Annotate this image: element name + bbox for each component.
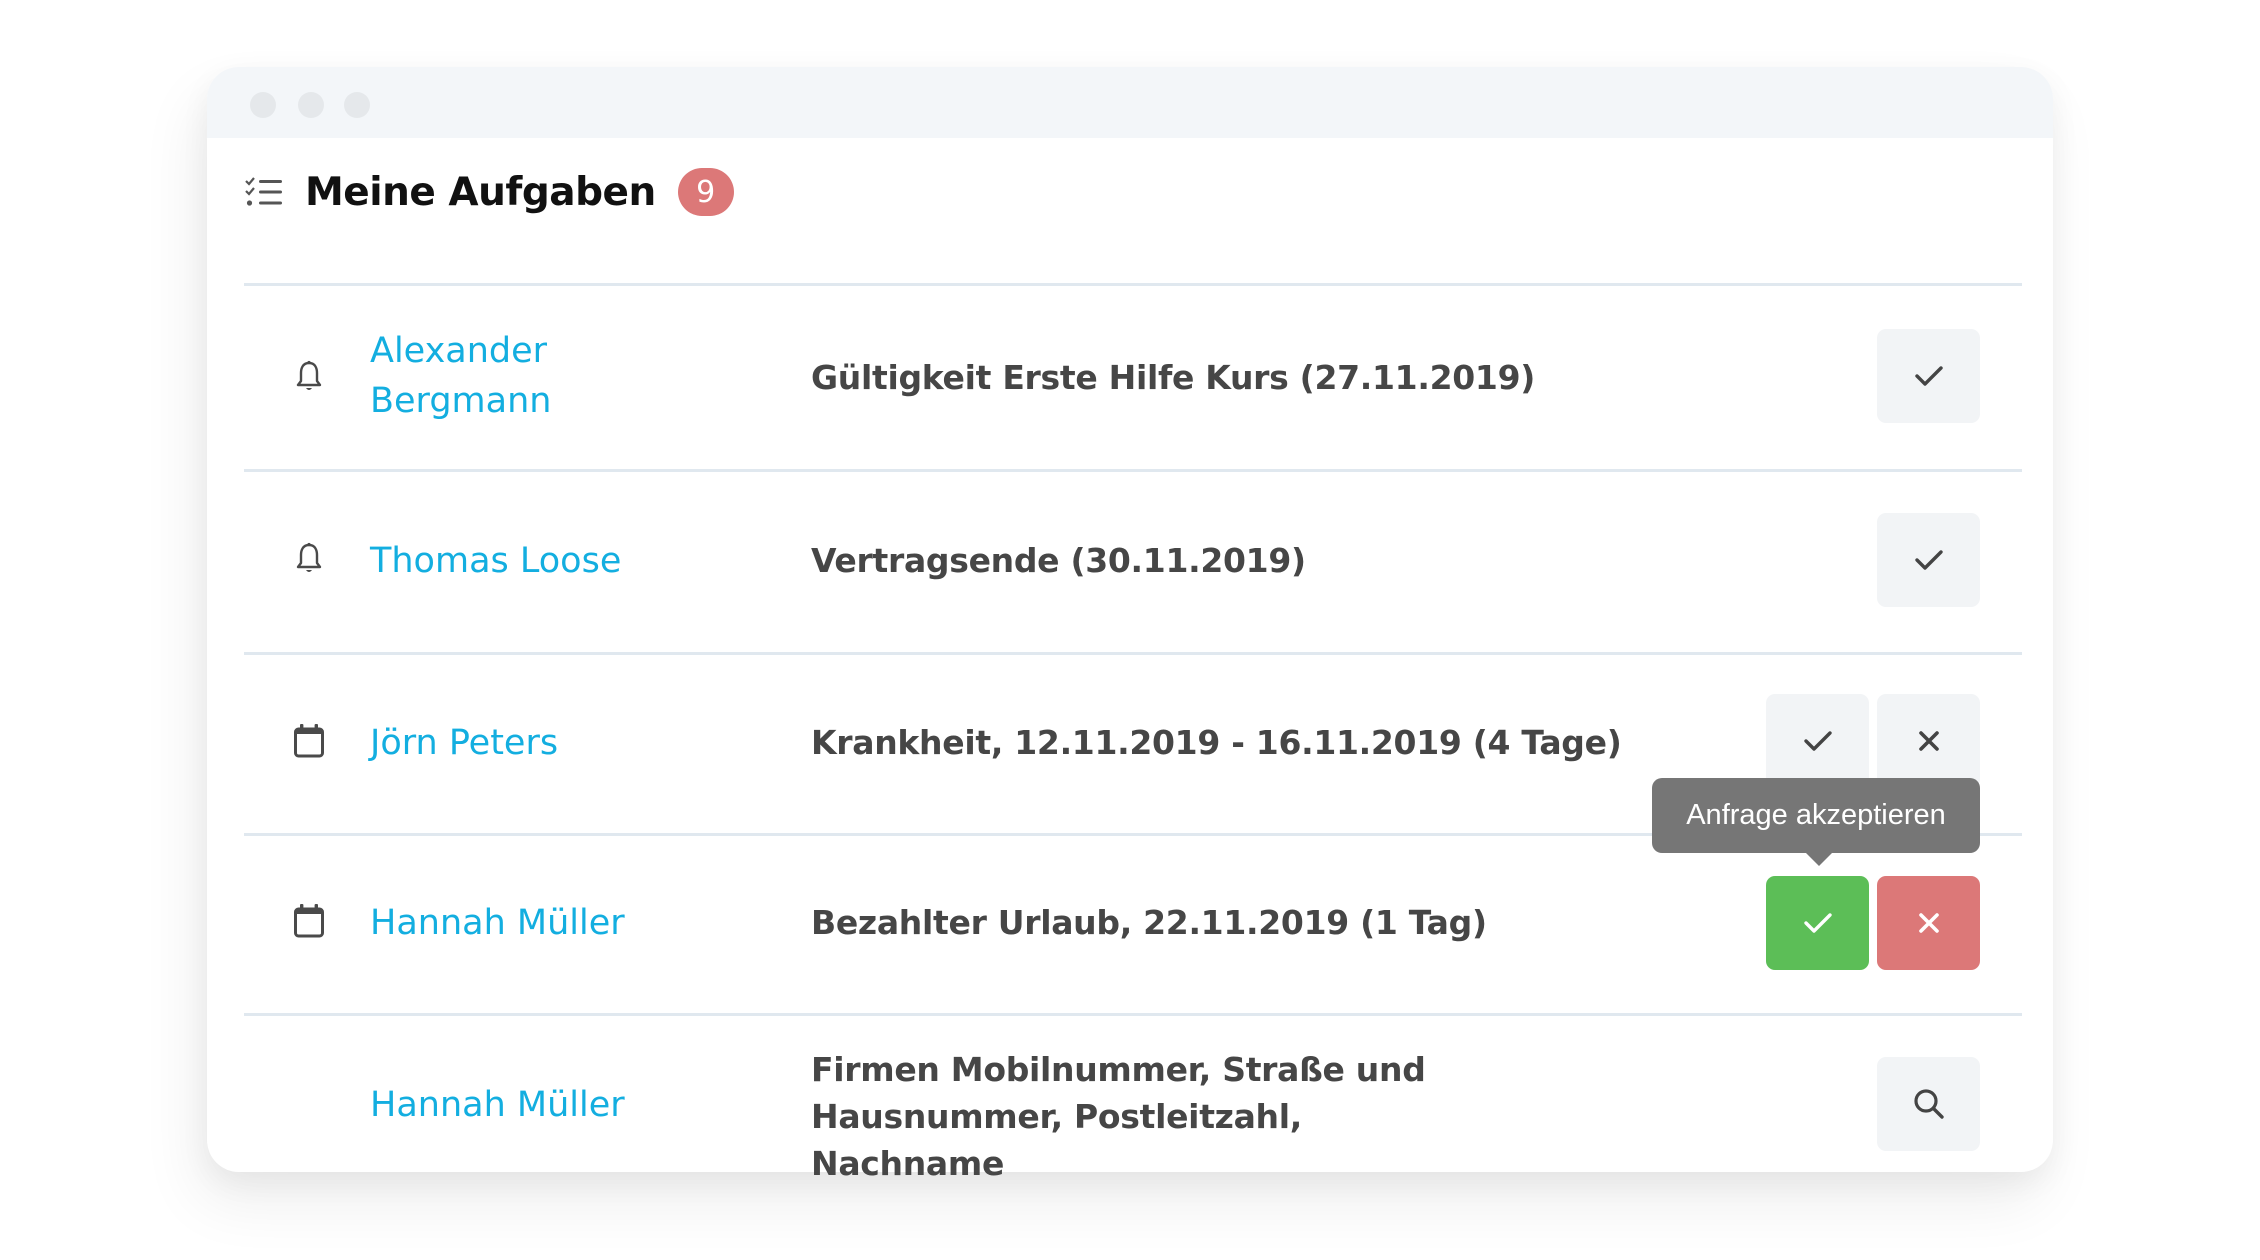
window-titlebar (207, 67, 2053, 138)
task-description: Gültigkeit Erste Hilfe Kurs (27.11.2019) (811, 358, 1536, 397)
app-window: Meine Aufgaben 9 Alexander Bergmann Gült… (207, 67, 2053, 1183)
calendar-icon (288, 720, 330, 762)
calendar-icon (288, 900, 330, 942)
task-count-badge: 9 (677, 168, 734, 216)
bell-icon (288, 356, 330, 398)
close-icon (1918, 913, 1939, 933)
tooltip-arrow (1806, 853, 1832, 866)
window-dot-close[interactable] (250, 92, 276, 118)
employee-link[interactable]: Hannah Müller (370, 1080, 670, 1130)
accept-request-button[interactable] (1766, 694, 1869, 788)
task-description: Firmen Mobilnummer, Straße und Hausnumme… (811, 1050, 1426, 1183)
task-row: Alexander Bergmann Gültigkeit Erste Hilf… (244, 286, 2022, 469)
check-icon (1803, 731, 1832, 751)
tasks-header: Meine Aufgaben 9 (245, 162, 734, 222)
task-description: Bezahlter Urlaub, 22.11.2019 (1 Tag) (811, 903, 1487, 942)
task-description: Vertragsende (30.11.2019) (811, 541, 1306, 580)
view-details-button[interactable] (1877, 1057, 1980, 1151)
task-row: Hannah Müller Bezahlter Urlaub, 22.11.20… (244, 836, 2022, 1013)
confirm-button[interactable] (1877, 329, 1980, 423)
check-icon (1914, 366, 1943, 386)
employee-link[interactable]: Alexander Bergmann (370, 326, 670, 426)
reject-request-button[interactable] (1877, 694, 1980, 788)
task-row: Thomas Loose Vertragsende (30.11.2019) (244, 472, 2022, 652)
search-icon (1913, 1089, 1944, 1119)
window-dot-maximize[interactable] (344, 92, 370, 118)
tooltip: Anfrage akzeptieren (1652, 778, 1980, 866)
task-row: Hannah Müller Firmen Mobilnummer, Straße… (244, 1016, 2022, 1183)
check-icon (1914, 550, 1943, 570)
tooltip-text: Anfrage akzeptieren (1686, 799, 1946, 831)
employee-link[interactable]: Jörn Peters (370, 718, 670, 768)
window-dot-minimize[interactable] (298, 92, 324, 118)
close-icon (1918, 731, 1939, 751)
employee-link[interactable]: Thomas Loose (370, 536, 670, 586)
task-description: Krankheit, 12.11.2019 - 16.11.2019 (4 Ta… (811, 723, 1622, 762)
accept-request-button[interactable] (1766, 876, 1869, 970)
employee-link[interactable]: Hannah Müller (370, 898, 670, 948)
reject-request-button[interactable] (1877, 876, 1980, 970)
checklist-icon (245, 177, 282, 206)
check-icon (1803, 913, 1832, 933)
bell-icon (288, 538, 330, 580)
page-title: Meine Aufgaben (305, 169, 656, 215)
confirm-button[interactable] (1877, 513, 1980, 607)
